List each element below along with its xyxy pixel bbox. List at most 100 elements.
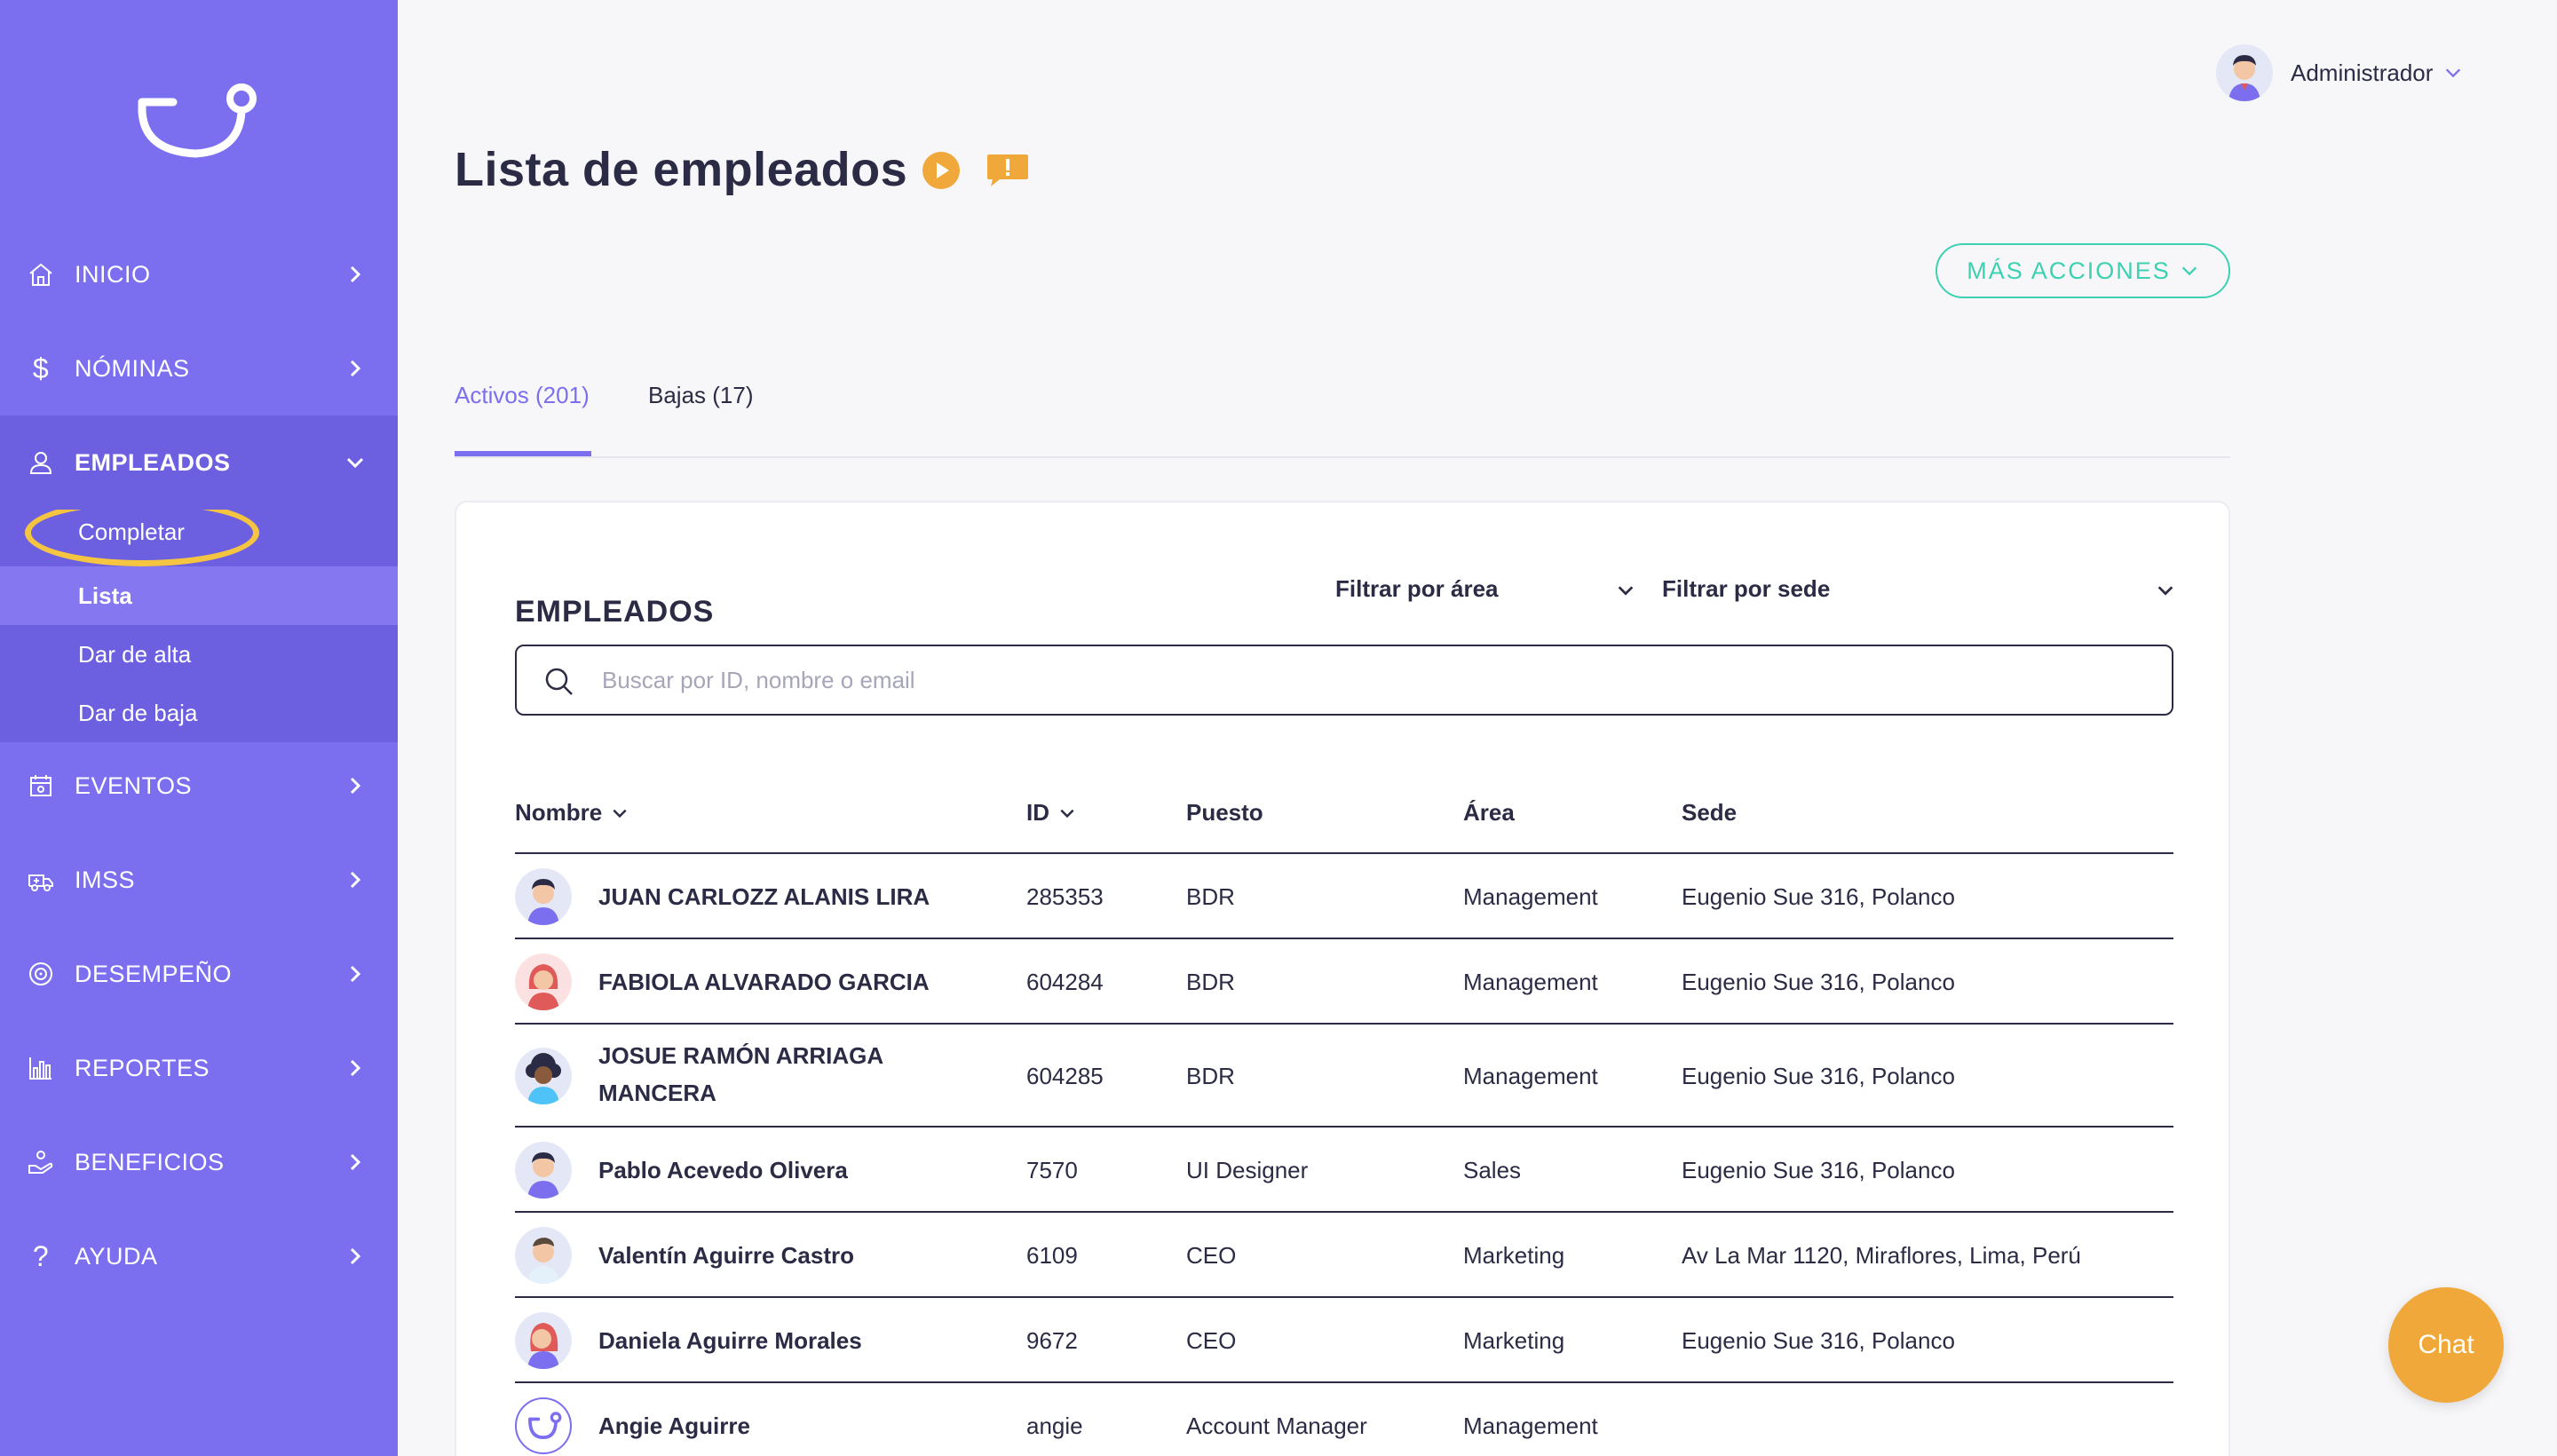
filter-sede-dropdown[interactable]: Filtrar por sede [1662,575,2173,603]
chevron-right-icon [350,1153,361,1171]
chat-button[interactable]: Chat [2388,1287,2504,1403]
employee-sede: Eugenio Sue 316, Polanco [1682,1327,1955,1354]
employee-sede: Eugenio Sue 316, Polanco [1682,883,1955,910]
column-header-area: Área [1463,799,1515,827]
chevron-down-icon [1060,809,1074,818]
card-title: EMPLEADOS [515,595,715,629]
search-input[interactable] [602,655,2111,705]
table-row[interactable]: Daniela Aguirre Morales 9672 CEO Marketi… [515,1296,2173,1381]
chevron-down-icon [2181,266,2197,276]
employee-area: Marketing [1463,1242,1565,1269]
chevron-right-icon [350,871,361,889]
chat-label: Chat [2418,1330,2474,1359]
employee-name[interactable]: Pablo Acevedo Olivera [598,1151,971,1189]
column-header-label: Puesto [1186,799,1263,826]
column-header-label: Sede [1682,799,1738,826]
employee-area: Management [1463,969,1598,995]
employee-id: 285353 [1026,883,1104,910]
avatar [515,1048,572,1104]
brand-logo-icon[interactable] [133,75,266,164]
column-header-id[interactable]: ID [1026,799,1076,827]
sidebar-item-beneficios[interactable]: BENEFICIOS [0,1115,398,1209]
sidebar-item-label: IMSS [75,866,136,893]
more-actions-button[interactable]: MÁS ACCIONES [1936,243,2230,298]
filter-area-label: Filtrar por área [1335,575,1499,602]
play-video-icon[interactable] [922,151,961,190]
column-header-puesto: Puesto [1186,799,1263,827]
search-icon [545,668,573,695]
sidebar-item-label: INICIO [75,260,151,288]
submenu-dar-de-baja[interactable]: Dar de baja [0,684,398,742]
sidebar-item-inicio[interactable]: INICIO [0,227,398,321]
sidebar-item-empleados[interactable]: EMPLEADOS [0,415,398,510]
feedback-message-icon[interactable] [984,153,1032,188]
table-row[interactable]: JOSUE RAMÓN ARRIAGA MANCERA 604285 BDR M… [515,1023,2173,1126]
employee-id: 604285 [1026,1063,1104,1089]
table-row[interactable]: FABIOLA ALVARADO GARCIA 604284 BDR Manag… [515,938,2173,1023]
employee-sede: Av La Mar 1120, Miraflores, Lima, Perú [1682,1242,2081,1269]
sidebar-item-eventos[interactable]: EVENTOS [0,739,398,833]
sidebar: Completar Lista Dar de alta Dar de baja … [0,0,398,1456]
chevron-down-icon [1618,586,1634,596]
avatar [2216,44,2273,101]
table-row[interactable]: Angie Aguirre angie Account Manager Mana… [515,1381,2173,1456]
tab-activos[interactable]: Activos (201) [455,382,590,409]
submenu-lista[interactable]: Lista [0,566,398,625]
hand-gift-icon [28,1151,53,1174]
sidebar-item-reportes[interactable]: REPORTES [0,1021,398,1115]
sidebar-item-label: REPORTES [75,1054,210,1081]
employee-puesto: BDR [1186,969,1235,995]
bar-chart-icon [29,1057,51,1080]
tabs: Activos (201) Bajas (17) [455,373,2230,458]
table-row[interactable]: Valentín Aguirre Castro 6109 CEO Marketi… [515,1211,2173,1296]
column-header-label: Área [1463,799,1515,826]
sidebar-item-desempeno[interactable]: DESEMPEÑO [0,927,398,1021]
employee-name[interactable]: Daniela Aguirre Morales [598,1322,971,1359]
employee-name[interactable]: JOSUE RAMÓN ARRIAGA MANCERA [598,1037,971,1112]
user-menu[interactable]: Administrador [2216,44,2463,101]
sidebar-item-nominas[interactable]: $ NÓMINAS [0,321,398,415]
employee-area: Marketing [1463,1327,1565,1354]
sidebar-item-imss[interactable]: IMSS [0,833,398,927]
submenu-dar-de-alta[interactable]: Dar de alta [0,625,398,684]
chevron-right-icon [350,965,361,983]
sidebar-item-ayuda[interactable]: ? AYUDA [0,1209,398,1303]
more-actions-label: MÁS ACCIONES [1967,257,2171,284]
user-name: Administrador [2291,59,2434,86]
sidebar-item-label: EMPLEADOS [75,448,231,476]
employee-name[interactable]: Valentín Aguirre Castro [598,1237,971,1274]
employees-card: EMPLEADOS Filtrar por área Filtrar por s… [455,501,2230,1456]
employee-area: Management [1463,1412,1598,1439]
employees-submenu: Completar Lista Dar de alta Dar de baja [0,502,398,742]
filter-area-dropdown[interactable]: Filtrar por área [1335,575,1637,603]
sidebar-item-label: NÓMINAS [75,354,190,382]
employee-name[interactable]: Angie Aguirre [598,1407,971,1444]
ambulance-icon [28,874,53,891]
employee-name[interactable]: FABIOLA ALVARADO GARCIA [598,963,971,1001]
employee-sede: Eugenio Sue 316, Polanco [1682,969,1955,995]
chevron-right-icon [350,265,361,283]
employee-sede: Eugenio Sue 316, Polanco [1682,1063,1955,1089]
submenu-completar[interactable]: Completar [0,502,398,561]
chevron-down-icon [346,457,364,469]
table-row[interactable]: JUAN CARLOZZ ALANIS LIRA 285353 BDR Mana… [515,852,2173,938]
table-row[interactable]: Pablo Acevedo Olivera 7570 UI Designer S… [515,1126,2173,1211]
column-header-label: Nombre [515,799,603,826]
employee-sede: Eugenio Sue 316, Polanco [1682,1157,1955,1183]
employee-id: 9672 [1026,1327,1078,1354]
chevron-right-icon [350,1247,361,1265]
employee-puesto: CEO [1186,1242,1237,1269]
employee-id: 6109 [1026,1242,1078,1269]
sidebar-item-label: BENEFICIOS [75,1148,225,1175]
chevron-down-icon [2446,68,2461,78]
submenu-label: Dar de alta [78,640,192,668]
question-icon: ? [32,1239,50,1272]
column-header-nombre[interactable]: Nombre [515,799,629,827]
tab-bajas[interactable]: Bajas (17) [648,382,754,409]
employee-puesto: UI Designer [1186,1157,1309,1183]
employee-puesto: CEO [1186,1327,1237,1354]
chevron-right-icon [350,777,361,795]
employee-puesto: BDR [1186,1063,1235,1089]
employee-name[interactable]: JUAN CARLOZZ ALANIS LIRA [598,878,971,915]
column-header-sede: Sede [1682,799,1737,827]
